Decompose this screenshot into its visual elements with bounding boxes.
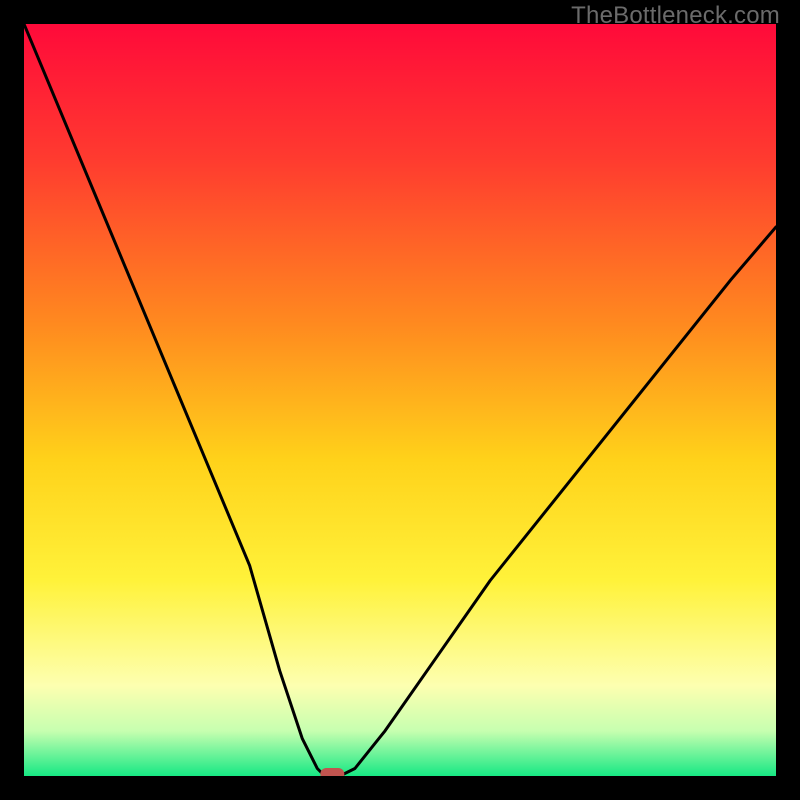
- chart-plot: [24, 24, 776, 776]
- chart-svg: [24, 24, 776, 776]
- chart-background: [24, 24, 776, 776]
- chart-frame: TheBottleneck.com: [0, 0, 800, 800]
- watermark-text: TheBottleneck.com: [571, 2, 780, 30]
- optimum-marker: [320, 768, 344, 776]
